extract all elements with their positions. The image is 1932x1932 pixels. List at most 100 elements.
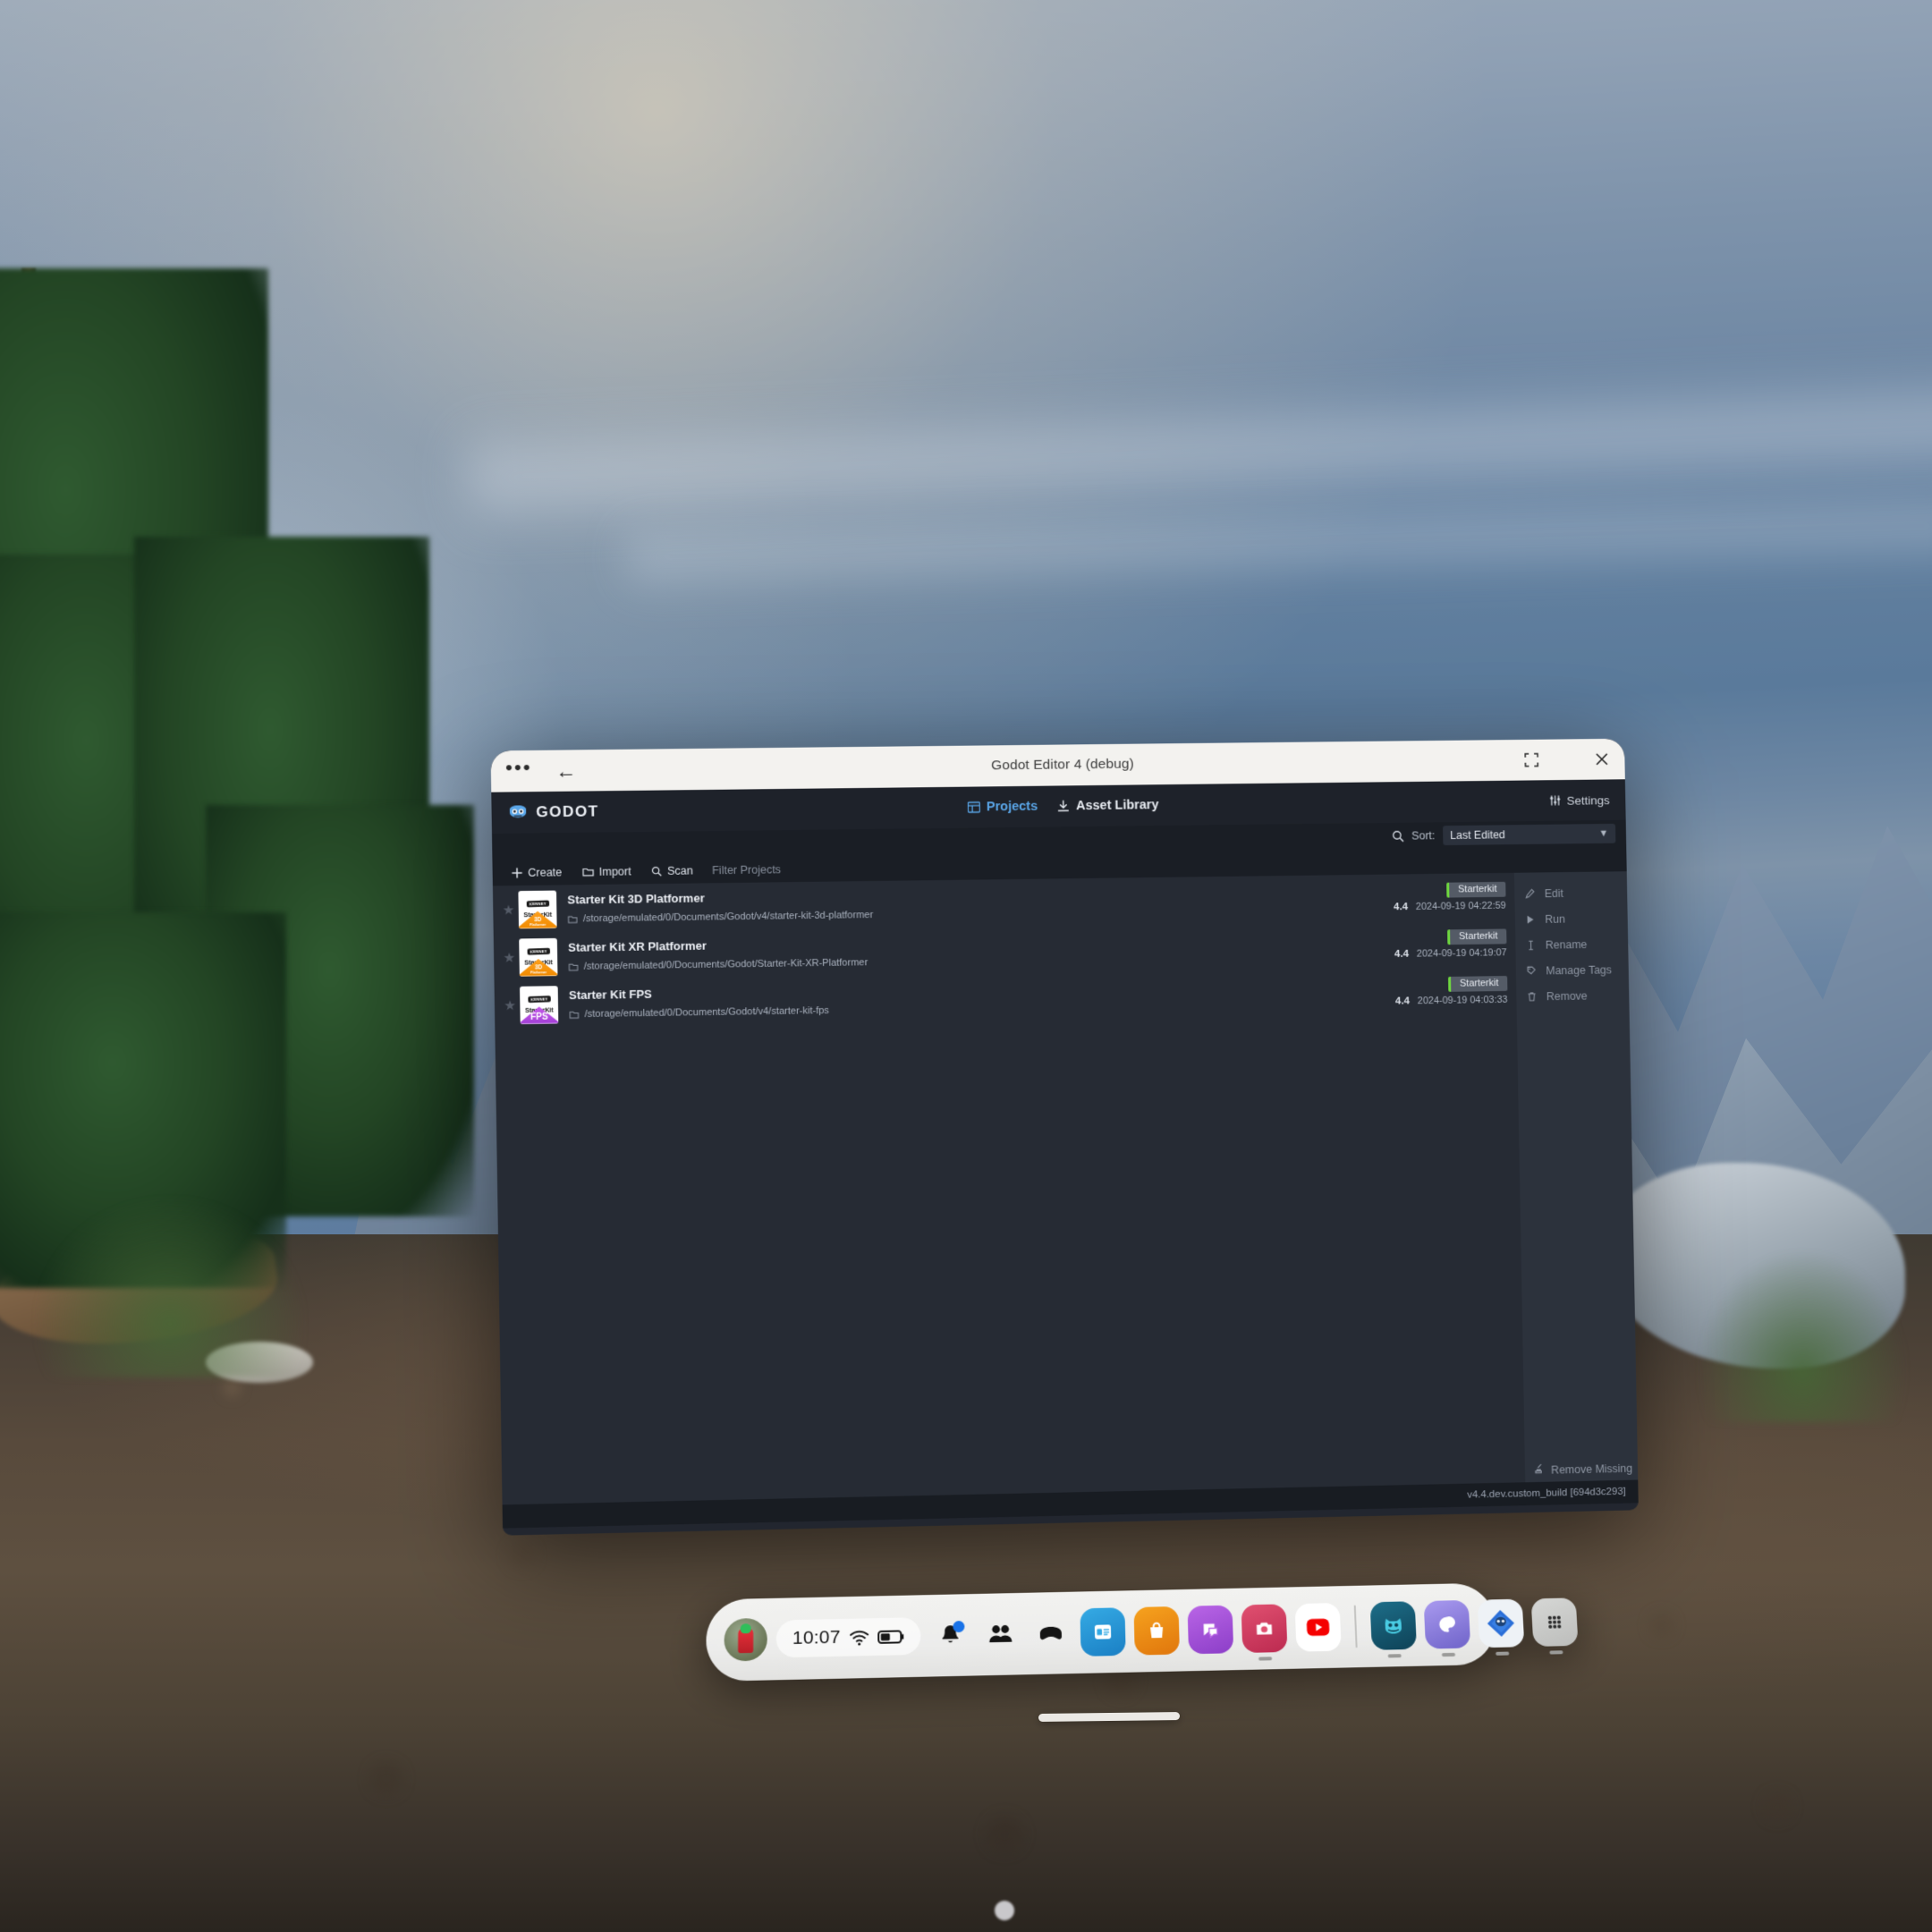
vr-cursor (995, 1901, 1014, 1920)
browser-app[interactable] (1079, 1607, 1126, 1657)
tab-projects-label: Projects (986, 799, 1038, 815)
edit-button[interactable]: Edit (1514, 880, 1627, 905)
godot-brand: GODOT (508, 802, 599, 821)
godot-robot-icon (509, 805, 527, 818)
app-grid-icon (1547, 1615, 1562, 1629)
settings-button[interactable]: Settings (1549, 793, 1610, 808)
project-icon: KENNEY StarterKit 3D Platformer (519, 937, 558, 977)
favorite-star-icon[interactable]: ★ (501, 949, 518, 965)
pencil-icon (1523, 888, 1536, 899)
godot-version-label: v4.4.dev.custom_build [694d3c293] (1467, 1486, 1626, 1501)
run-button[interactable]: Run (1515, 906, 1628, 931)
project-list[interactable]: ★ KENNEY StarterKit 3D Platformer Starte… (492, 872, 1526, 1505)
back-arrow-icon[interactable]: ← (555, 758, 577, 782)
badge-line2: Platformer (530, 970, 547, 975)
project-path: /storage/emulated/0/Documents/Godot/Star… (583, 957, 869, 972)
status-badge[interactable]: Starterkit (1447, 928, 1507, 945)
projects-body: ★ KENNEY StarterKit 3D Platformer Starte… (492, 871, 1639, 1505)
remove-missing-button[interactable]: Remove Missing (1533, 1462, 1632, 1477)
import-button[interactable]: Import (573, 862, 640, 881)
project-path: /storage/emulated/0/Documents/Godot/v4/s… (584, 1004, 830, 1021)
tab-asset-library-label: Asset Library (1075, 798, 1159, 814)
sort-label: Sort: (1411, 829, 1436, 843)
avatar-head (740, 1623, 751, 1634)
godot-app[interactable] (1477, 1598, 1524, 1656)
search-icon[interactable] (1391, 830, 1403, 843)
project-last-edited: 2024-09-19 04:03:33 (1417, 994, 1508, 1007)
settings-label: Settings (1566, 792, 1610, 808)
status-badge[interactable]: Starterkit (1448, 976, 1508, 992)
scan-label: Scan (666, 864, 693, 877)
shopping-bag-icon (1145, 1620, 1167, 1639)
filter-placeholder: Filter Projects (711, 863, 782, 877)
project-last-edited: 2024-09-19 04:19:07 (1416, 947, 1507, 960)
project-icon: KENNEY StarterKit FPS (520, 985, 559, 1024)
badge-line2: Platformer (530, 923, 547, 928)
messages-app[interactable] (1187, 1605, 1233, 1655)
rename-button[interactable]: Rename (1515, 932, 1628, 958)
trash-icon (1525, 991, 1538, 1002)
youtube-app[interactable] (1294, 1603, 1342, 1652)
cat-app[interactable] (1369, 1601, 1417, 1658)
tab-asset-library[interactable]: Asset Library (1057, 798, 1159, 813)
avatar[interactable] (724, 1617, 767, 1662)
kenney-brand-label: KENNEY (527, 947, 550, 955)
folder-icon (568, 914, 578, 924)
window-title: Godot Editor 4 (debug) (990, 756, 1134, 774)
project-version: 4.4 (1394, 948, 1410, 960)
notifications-button[interactable] (929, 1614, 971, 1657)
grass-tuft-1 (1699, 1252, 1905, 1422)
manage-tags-label: Manage Tags (1546, 962, 1613, 977)
project-name: Starter Kit XR Platformer (568, 938, 708, 954)
all-apps[interactable] (1530, 1597, 1579, 1655)
people-button[interactable] (979, 1614, 1021, 1656)
headset-button[interactable] (1030, 1612, 1072, 1654)
rename-label: Rename (1545, 937, 1588, 952)
fullscreen-icon[interactable] (1522, 751, 1540, 769)
scan-button[interactable]: Scan (643, 861, 701, 880)
run-label: Run (1545, 912, 1565, 926)
running-indicator (1258, 1657, 1272, 1661)
create-label: Create (528, 866, 563, 879)
youtube-icon (1306, 1618, 1330, 1637)
sliders-icon (1549, 794, 1562, 807)
project-version: 4.4 (1394, 902, 1409, 913)
store-app[interactable] (1133, 1606, 1180, 1656)
broom-icon (1533, 1463, 1544, 1477)
text-cursor-icon (1524, 939, 1537, 950)
running-indicator (1441, 1652, 1455, 1657)
headset-icon (1039, 1626, 1062, 1640)
import-label: Import (598, 865, 631, 878)
project-icon: KENNEY StarterKit 3D Platformer (518, 890, 557, 928)
project-last-edited: 2024-09-19 04:22:59 (1415, 900, 1506, 912)
taskbar-separator (1353, 1605, 1358, 1648)
cat-icon (1384, 1618, 1405, 1636)
tag-icon (1525, 965, 1538, 976)
more-horizontal-icon[interactable]: ••• (505, 756, 532, 779)
tab-projects[interactable]: Projects (967, 799, 1038, 815)
status-chip[interactable]: 10:07 (775, 1617, 921, 1658)
remove-missing-label: Remove Missing (1551, 1462, 1633, 1477)
camera-app[interactable] (1241, 1604, 1288, 1661)
favorite-star-icon[interactable]: ★ (500, 902, 517, 918)
project-name: Starter Kit 3D Platformer (567, 891, 705, 907)
badge-line1: FPS (530, 1012, 548, 1022)
project-version: 4.4 (1394, 996, 1411, 1007)
download-icon (1057, 800, 1070, 812)
godot-diamond-icon (1486, 1609, 1515, 1638)
home-indicator[interactable] (1038, 1712, 1181, 1722)
wifi-icon (849, 1629, 869, 1646)
status-badge[interactable]: Starterkit (1446, 881, 1506, 898)
folder-icon (581, 867, 593, 877)
play-icon (1524, 914, 1537, 925)
paint-app[interactable] (1423, 1599, 1470, 1657)
grid-icon (967, 801, 980, 813)
people-icon (988, 1624, 1012, 1643)
vr-taskbar: 10:07 (706, 1582, 1579, 1682)
sort-dropdown[interactable]: Last Edited ▼ (1443, 823, 1616, 846)
create-button[interactable]: Create (504, 863, 571, 882)
manage-tags-button[interactable]: Manage Tags (1516, 957, 1629, 983)
favorite-star-icon[interactable]: ★ (502, 996, 519, 1013)
close-icon[interactable] (1593, 750, 1611, 768)
remove-button[interactable]: Remove (1516, 983, 1629, 1009)
